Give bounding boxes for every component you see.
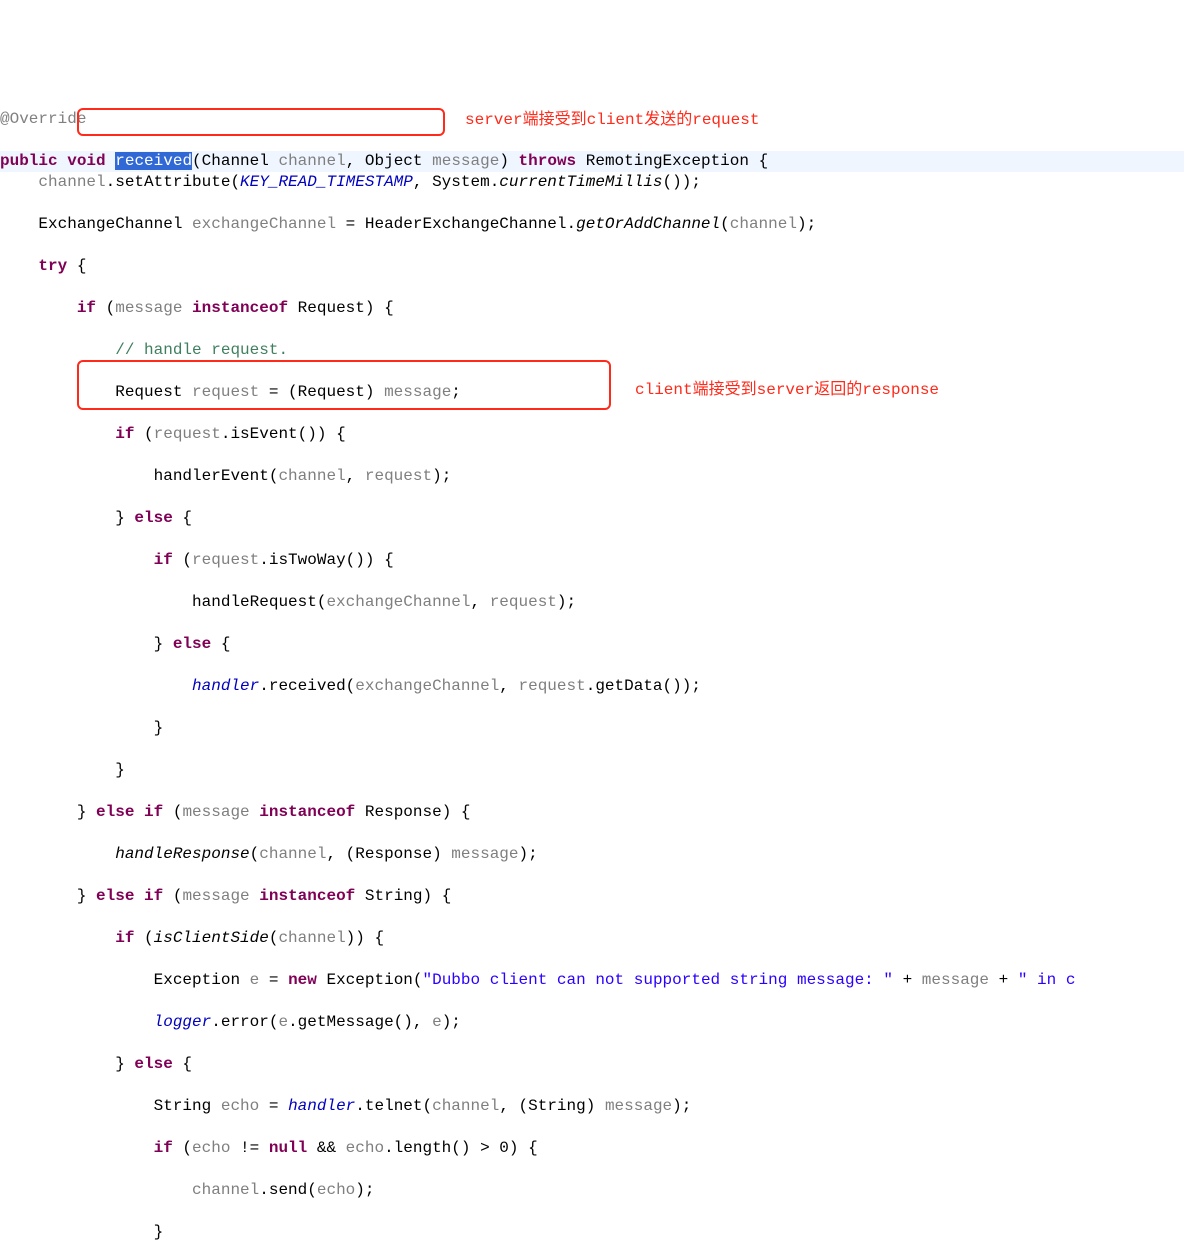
comment-handle-request: // handle request.	[115, 341, 288, 359]
annotation-note-request: server端接受到client发送的request	[465, 110, 759, 131]
selected-method-name: received	[115, 152, 192, 170]
code-block: @Override public void received(Channel c…	[0, 88, 1184, 1260]
annotation-override: @Override	[0, 110, 86, 128]
method-signature-line: public void received(Channel channel, Ob…	[0, 151, 1184, 172]
annotation-note-response: client端接受到server返回的response	[635, 380, 939, 401]
